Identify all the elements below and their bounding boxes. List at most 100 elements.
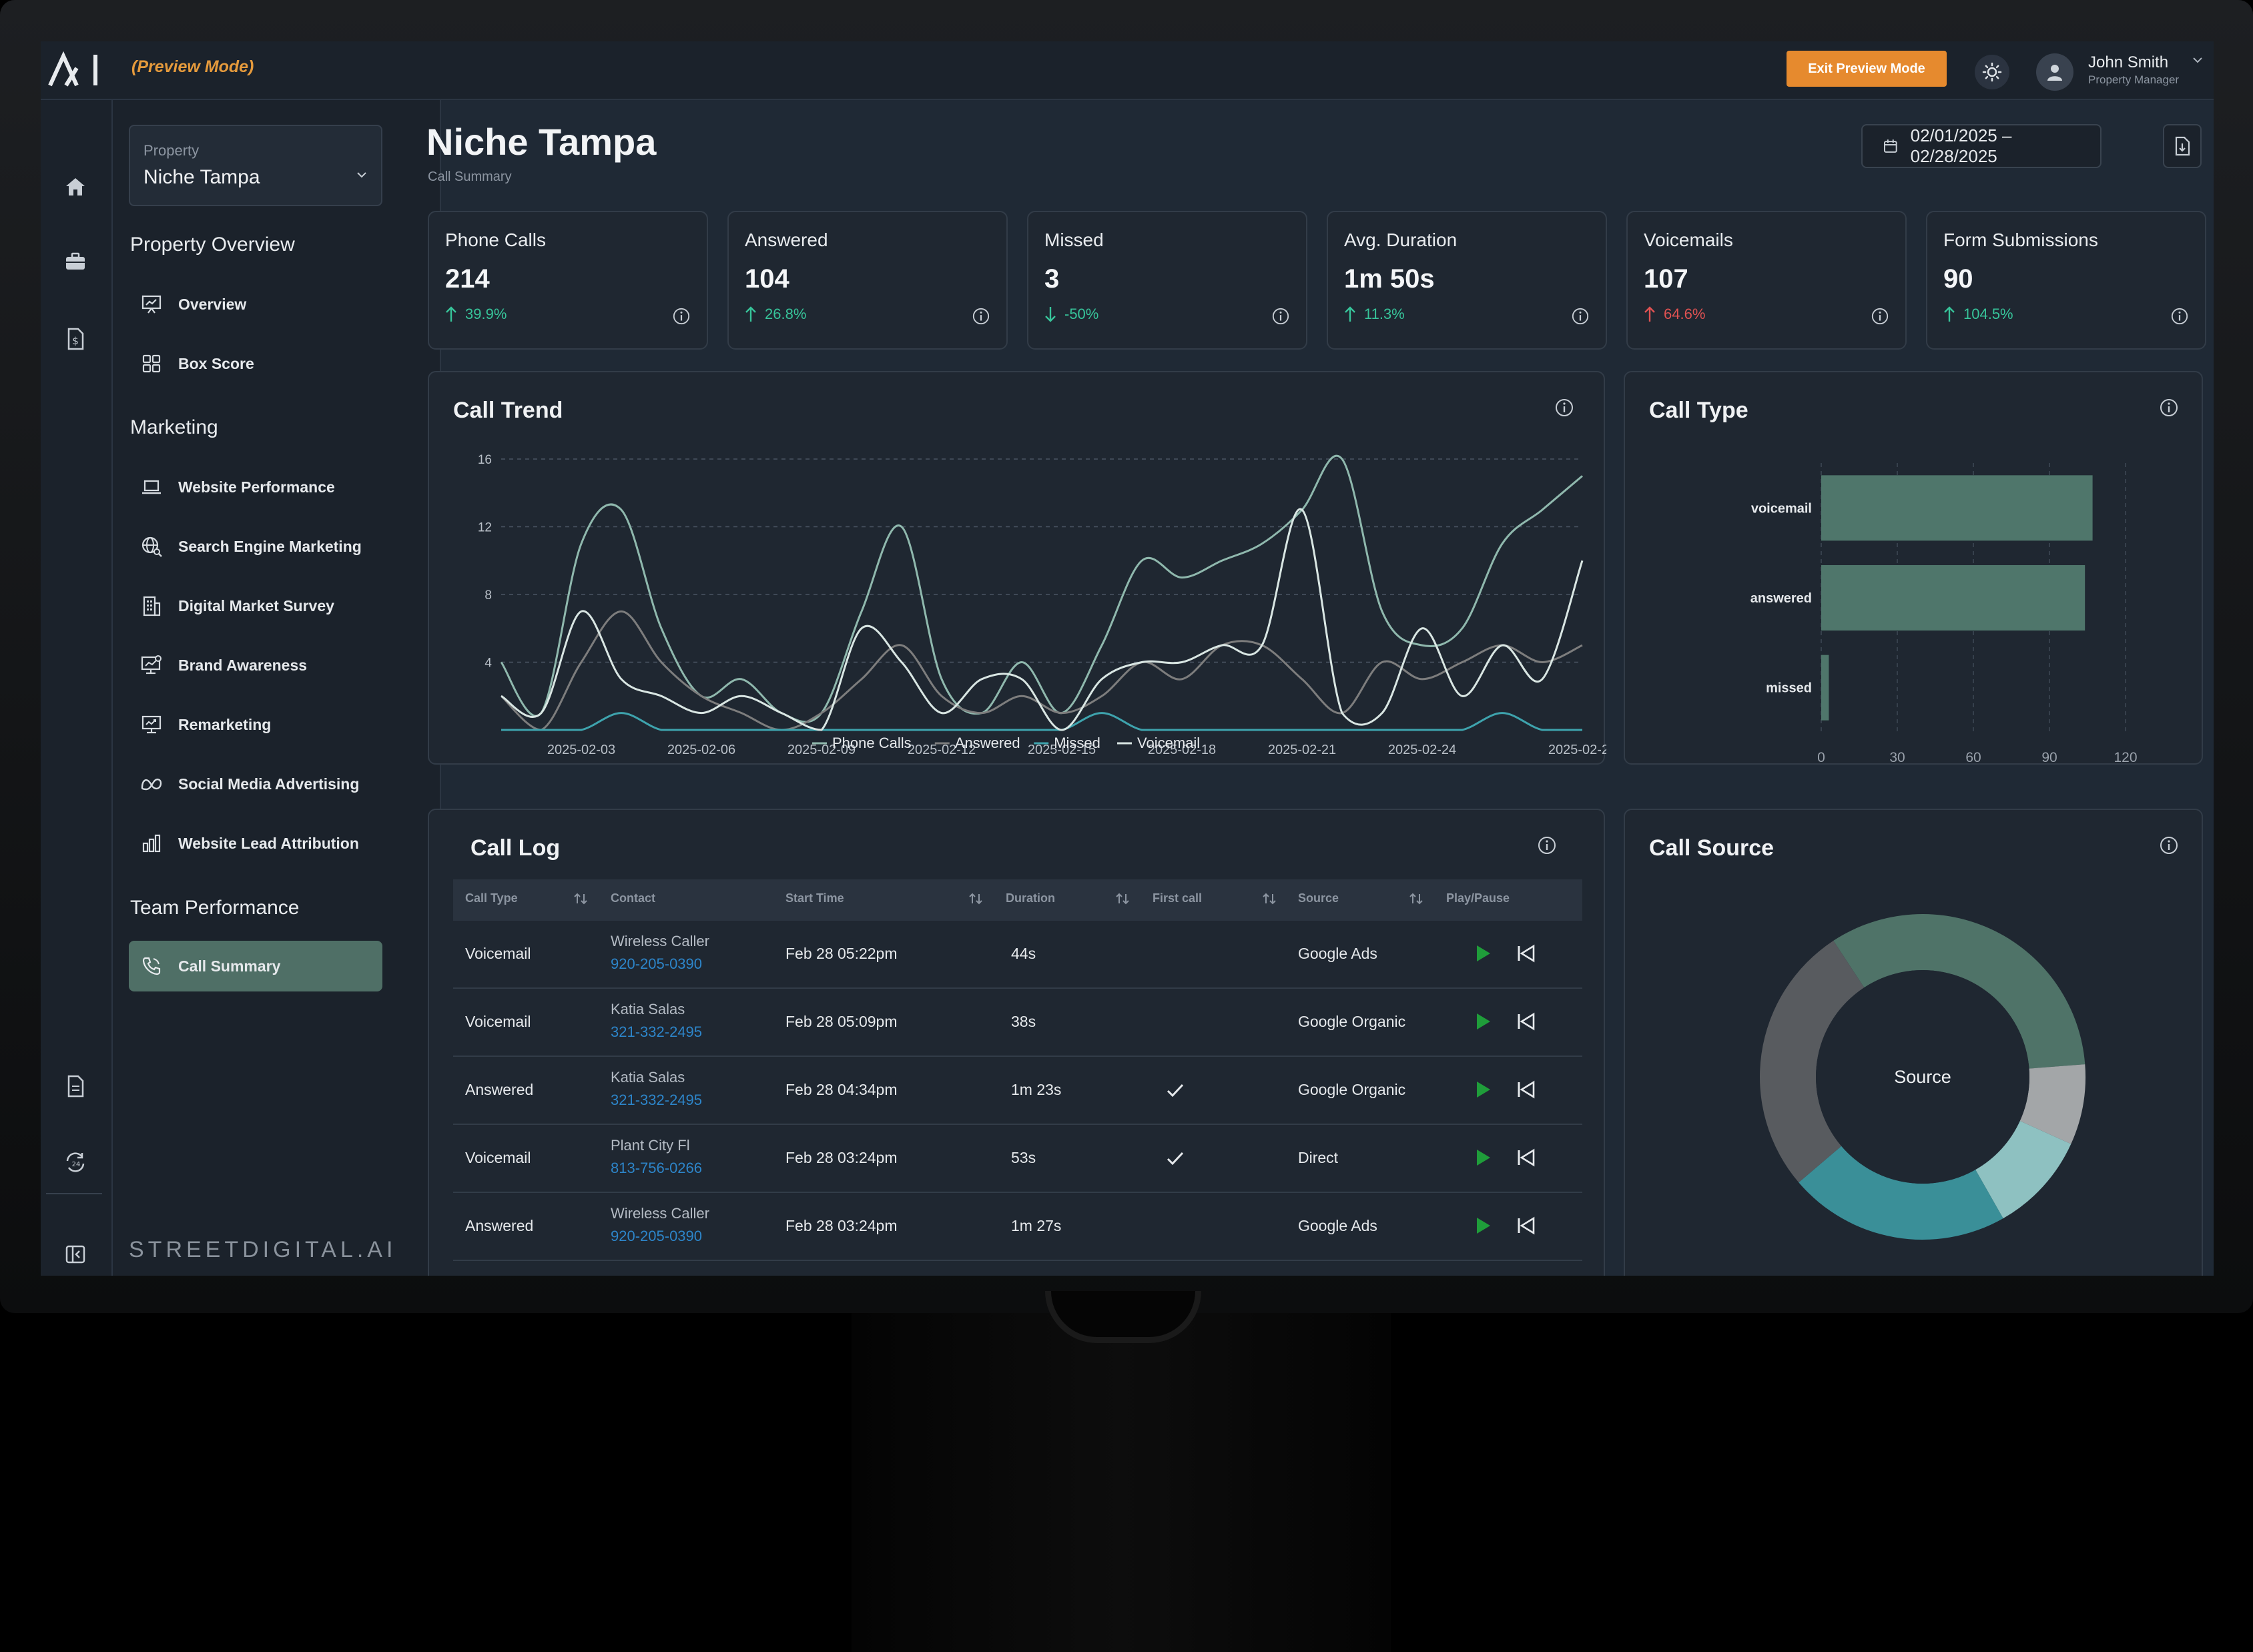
kpi-delta: 64.6% (1644, 306, 1705, 323)
x-tick-label: 0 (1817, 750, 1825, 765)
cell-duration: 1m 23s (1011, 1081, 1062, 1098)
cell-contact-name: Wireless Caller (611, 933, 709, 949)
page-subtitle: Call Summary (428, 169, 512, 184)
cell-contact-phone[interactable]: 321-332-2495 (611, 1092, 702, 1109)
avatar[interactable] (2036, 53, 2073, 91)
briefcase-icon[interactable] (61, 247, 90, 276)
legend-label-missed[interactable]: Missed (1054, 735, 1100, 751)
play-icon[interactable] (1473, 1011, 1493, 1031)
cell-contact-phone[interactable]: 920-205-0390 (611, 955, 702, 973)
category-label: missed (1766, 681, 1812, 696)
sidebar-item-label: Website Lead Attribution (178, 834, 359, 852)
kpi-delta: 39.9% (445, 306, 507, 323)
table-row[interactable]: Answered Katia Salas 321-332-2495 Feb 28 04… (453, 1057, 1582, 1125)
column-header-play-pause[interactable]: Play/Pause (1446, 891, 1510, 905)
sidebar-item-social-media-advertising[interactable]: Social Media Advertising (129, 759, 382, 809)
chevron-down-icon[interactable] (2191, 53, 2204, 67)
table-row[interactable]: Voicemail Wireless Caller 920-205-0390 Feb … (453, 921, 1582, 989)
rewind-icon[interactable] (1516, 1216, 1537, 1236)
play-icon[interactable] (1473, 1148, 1493, 1168)
property-select[interactable]: Property Niche Tampa (129, 125, 382, 206)
rewind-icon[interactable] (1516, 943, 1537, 963)
kpi-card-avg-duration: Avg. Duration 1m 50s 11.3% (1327, 211, 1607, 350)
arrow-up-icon (1345, 306, 1355, 322)
info-icon[interactable] (1271, 307, 1290, 326)
date-range-picker[interactable]: 02/01/2025 – 02/28/2025 (1861, 124, 2102, 168)
info-icon[interactable] (972, 307, 990, 326)
sidebar-item-website-lead-attribution[interactable]: Website Lead Attribution (129, 818, 382, 869)
rewind-icon[interactable] (1516, 1011, 1537, 1031)
sort-icon[interactable] (1261, 890, 1278, 907)
sidebar-item-overview[interactable]: Overview (129, 279, 382, 330)
exit-preview-button[interactable]: Exit Preview Mode (1787, 51, 1947, 87)
invoice-icon[interactable]: $ (61, 324, 90, 354)
cell-source: Direct (1298, 1149, 1339, 1166)
legend-label-voicemail[interactable]: Voicemail (1137, 735, 1200, 751)
legend-label-phone-calls[interactable]: Phone Calls (832, 735, 912, 751)
sidebar-item-search-engine-marketing[interactable]: Search Engine Marketing (129, 521, 382, 572)
cell-contact-phone[interactable]: 920-205-0390 (611, 1228, 702, 1245)
sort-icon[interactable] (1114, 890, 1131, 907)
document-icon[interactable] (61, 1072, 90, 1101)
cell-contact-phone[interactable]: 321-332-2495 (611, 1023, 702, 1041)
info-icon[interactable] (1871, 307, 1889, 326)
bar-answered (1821, 565, 2085, 631)
y-tick-label: 16 (478, 453, 492, 467)
cell-start-time: Feb 28 03:24pm (785, 1149, 898, 1166)
cell-start-time: Feb 28 05:09pm (785, 1013, 898, 1030)
table-row[interactable]: Voicemail Plant City Fl 813-756-0266 Feb 28… (453, 1125, 1582, 1193)
collapse-sidebar-icon[interactable] (61, 1240, 90, 1269)
arrow-up-icon (1944, 306, 1955, 322)
sidebar-item-digital-market-survey[interactable]: Digital Market Survey (129, 580, 382, 631)
play-icon[interactable] (1473, 943, 1493, 963)
call-trend-chart: 4812162025-02-03 2025-02-06 2025-02-09 2025… (478, 453, 1606, 757)
play-icon[interactable] (1473, 1216, 1493, 1236)
info-icon[interactable] (672, 307, 691, 326)
export-pdf-button[interactable] (2163, 124, 2202, 168)
ai-logo[interactable] (46, 49, 106, 91)
sort-icon[interactable] (967, 890, 984, 907)
sidebar-item-remarketing[interactable]: Remarketing (129, 699, 382, 750)
cell-contact-name: Wireless Caller (611, 1205, 709, 1222)
sidebar-item-call-summary[interactable]: Call Summary (129, 941, 382, 991)
info-icon[interactable] (2170, 307, 2189, 326)
phone-icon (138, 953, 165, 979)
sidebar-item-box-score[interactable]: Box Score (129, 338, 382, 389)
play-icon[interactable] (1473, 1080, 1493, 1100)
legend-label-answered[interactable]: Answered (955, 735, 1020, 751)
category-label: voicemail (1751, 501, 1812, 516)
user-name[interactable]: John Smith (2088, 53, 2168, 72)
sidebar-item-website-performance[interactable]: Website Performance (129, 462, 382, 512)
sidebar-item-brand-awareness[interactable]: Brand Awareness (129, 640, 382, 691)
sidebar-item-label: Remarketing (178, 715, 272, 733)
column-header-contact[interactable]: Contact (611, 891, 655, 905)
table-row[interactable]: Answered Wireless Caller 920-205-0390 Feb 2… (453, 1193, 1582, 1261)
kpi-card-form-submissions: Form Submissions 90 104.5% (1926, 211, 2206, 350)
sidebar-item-label: Digital Market Survey (178, 596, 334, 614)
table-row[interactable]: Voicemail Katia Salas 321-332-2495 Feb 28 0… (453, 989, 1582, 1057)
theme-toggle[interactable] (1975, 55, 2009, 89)
info-icon[interactable] (1571, 307, 1590, 326)
column-header-call-type[interactable]: Call Type (465, 891, 518, 905)
meta-icon (138, 771, 165, 797)
refresh-24-icon[interactable]: 24 (61, 1148, 90, 1177)
cell-contact-phone[interactable]: 813-756-0266 (611, 1160, 702, 1177)
x-tick-label: 60 (1965, 750, 1981, 765)
sort-icon[interactable] (572, 890, 589, 907)
column-header-start-time[interactable]: Start Time (785, 891, 844, 905)
column-header-source[interactable]: Source (1298, 891, 1339, 905)
rewind-icon[interactable] (1516, 1148, 1537, 1168)
column-header-first-call[interactable]: First call (1153, 891, 1202, 905)
info-icon[interactable] (1537, 835, 1557, 855)
cell-start-time: Feb 28 05:22pm (785, 945, 898, 962)
column-header-duration[interactable]: Duration (1006, 891, 1055, 905)
sidebar-item-label: Overview (178, 295, 247, 313)
kpi-card-missed: Missed 3 -50% (1027, 211, 1307, 350)
monitor-trend-icon (138, 711, 165, 738)
sort-icon[interactable] (1407, 890, 1425, 907)
rewind-icon[interactable] (1516, 1080, 1537, 1100)
globe-search-icon (138, 533, 165, 560)
sidebar-item-label: Box Score (178, 354, 254, 372)
kpi-delta-value: 26.8% (765, 306, 807, 322)
home-icon[interactable] (61, 172, 90, 201)
